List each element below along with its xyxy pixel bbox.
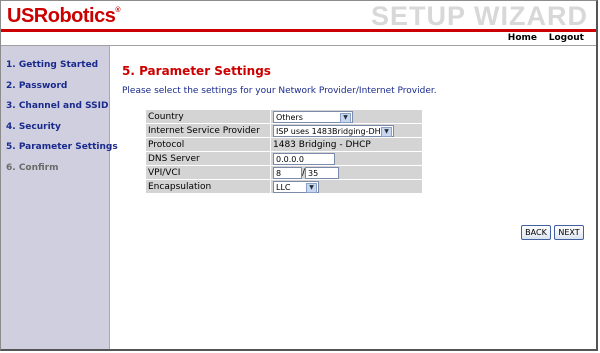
parameter-table: Country Others ▼ Internet Service Provide… xyxy=(145,109,423,194)
country-select[interactable]: Others ▼ xyxy=(273,110,353,123)
home-link[interactable]: Home xyxy=(508,33,537,43)
isp-label: Internet Service Provider xyxy=(146,124,270,137)
encapsulation-cell: LLC ▼ xyxy=(271,180,422,193)
page-title: 5. Parameter Settings xyxy=(122,64,271,78)
chevron-down-icon: ▼ xyxy=(340,112,351,123)
wizard-title: SETUP WIZARD xyxy=(370,1,588,31)
table-row: VPI/VCI 8/35 xyxy=(146,166,422,179)
table-row: Country Others ▼ xyxy=(146,110,422,123)
encapsulation-select-value: LLC xyxy=(276,182,291,192)
country-cell: Others ▼ xyxy=(271,110,422,123)
isp-cell: ISP uses 1483Bridging-DHCP ▼ xyxy=(271,124,422,137)
chevron-down-icon: ▼ xyxy=(381,126,392,137)
encapsulation-select[interactable]: LLC ▼ xyxy=(273,180,319,193)
back-button[interactable]: BACK xyxy=(521,225,551,240)
vci-input[interactable]: 35 xyxy=(305,166,340,179)
sidebar-item-password[interactable]: 2. Password xyxy=(6,81,67,91)
sidebar-item-security[interactable]: 4. Security xyxy=(6,122,61,132)
wizard-window: USRobotics® SETUP WIZARD Home Logout 1. … xyxy=(0,0,598,351)
sidebar-item-channel-ssid[interactable]: 3. Channel and SSID xyxy=(6,101,108,111)
country-label: Country xyxy=(146,110,270,123)
dns-server-input[interactable]: 0.0.0.0 xyxy=(273,152,335,165)
vpivci-cell: 8/35 xyxy=(271,166,422,179)
sidebar: 1. Getting Started 2. Password 3. Channe… xyxy=(1,46,118,349)
next-button[interactable]: NEXT xyxy=(554,225,584,240)
vpi-input[interactable]: 8 xyxy=(273,166,302,179)
instruction-text: Please select the settings for your Netw… xyxy=(122,86,437,96)
dns-cell: 0.0.0.0 xyxy=(271,152,422,165)
sidebar-item-confirm: 6. Confirm xyxy=(6,163,59,173)
protocol-value: 1483 Bridging - DHCP xyxy=(271,138,422,151)
isp-select-value: ISP uses 1483Bridging-DHCP xyxy=(276,126,392,136)
sidebar-item-parameter-settings[interactable]: 5. Parameter Settings xyxy=(6,142,118,152)
chevron-down-icon: ▼ xyxy=(306,182,317,193)
protocol-label: Protocol xyxy=(146,138,270,151)
top-nav: Home Logout xyxy=(1,32,596,46)
logout-link[interactable]: Logout xyxy=(549,33,584,43)
country-select-value: Others xyxy=(276,112,303,122)
table-row: DNS Server 0.0.0.0 xyxy=(146,152,422,165)
table-row: Protocol 1483 Bridging - DHCP xyxy=(146,138,422,151)
logo-text: USRobotics xyxy=(7,5,116,27)
vpivci-label: VPI/VCI xyxy=(146,166,270,179)
usrobotics-logo: USRobotics® xyxy=(7,5,120,28)
encapsulation-label: Encapsulation xyxy=(146,180,270,193)
dns-label: DNS Server xyxy=(146,152,270,165)
registered-mark: ® xyxy=(115,7,121,14)
sidebar-item-getting-started[interactable]: 1. Getting Started xyxy=(6,60,98,70)
table-row: Internet Service Provider ISP uses 1483B… xyxy=(146,124,422,137)
isp-select[interactable]: ISP uses 1483Bridging-DHCP ▼ xyxy=(273,124,394,137)
table-row: Encapsulation LLC ▼ xyxy=(146,180,422,193)
